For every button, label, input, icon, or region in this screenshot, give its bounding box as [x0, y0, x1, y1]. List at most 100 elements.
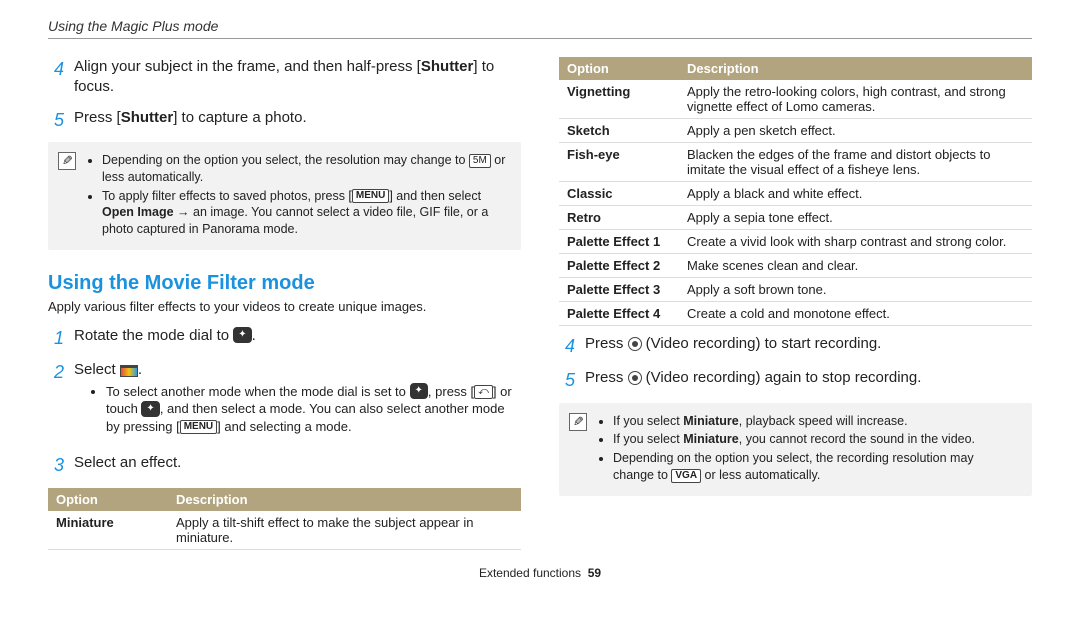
option-desc: Create a vivid look with sharp contrast …: [679, 230, 1032, 254]
table-row: SketchApply a pen sketch effect.: [559, 119, 1032, 143]
option-name: Vignetting: [559, 80, 679, 119]
option-name: Sketch: [559, 119, 679, 143]
page-number: 59: [588, 566, 601, 580]
step-body: Select . To select another mode when the…: [74, 360, 521, 443]
table-row: ClassicApply a black and white effect.: [559, 182, 1032, 206]
movie-step-2: 2 Select . To select another mode when t…: [48, 360, 521, 443]
text: If you select: [613, 414, 683, 428]
table-header-option: Option: [48, 488, 168, 511]
table-row: Palette Effect 4Create a cold and monoto…: [559, 302, 1032, 326]
text: Rotate the mode dial to: [74, 327, 233, 344]
note-list: Depending on the option you select, the …: [86, 152, 507, 240]
section-heading: Using the Movie Filter mode: [48, 272, 521, 295]
option-desc: Apply the retro-looking colors, high con…: [679, 80, 1032, 119]
step-5: 5 Press [Shutter] to capture a photo.: [48, 108, 521, 132]
table-row: Palette Effect 1Create a vivid look with…: [559, 230, 1032, 254]
note-box: If you select Miniature, playback speed …: [559, 403, 1032, 497]
substep-item: To select another mode when the mode dia…: [106, 383, 521, 436]
text: (Video recording) to start recording.: [642, 335, 882, 352]
mode-touch-icon: ✦: [141, 401, 159, 417]
note-item: If you select Miniature, playback speed …: [613, 413, 1018, 430]
movie-step-3: 3 Select an effect.: [48, 453, 521, 477]
options-table-left: Option Description Miniature Apply a til…: [48, 488, 521, 550]
step-body: Press (Video recording) to start recordi…: [585, 334, 1032, 358]
note-icon: [569, 413, 587, 431]
option-desc: Apply a pen sketch effect.: [679, 119, 1032, 143]
table-header-desc: Description: [168, 488, 521, 511]
shutter-label: Shutter: [421, 58, 474, 75]
table-header-row: Option Description: [48, 488, 521, 511]
text: Select: [74, 361, 120, 378]
option-name: Miniature: [48, 511, 168, 550]
mode-dial-magic-icon: ✦: [233, 327, 251, 343]
miniature-label: Miniature: [683, 432, 739, 446]
step-4: 4 Align your subject in the frame, and t…: [48, 57, 521, 98]
divider: [48, 38, 1032, 39]
options-table-right: Option Description VignettingApply the r…: [559, 57, 1032, 326]
option-desc: Create a cold and monotone effect.: [679, 302, 1032, 326]
option-name: Classic: [559, 182, 679, 206]
movie-step-1: 1 Rotate the mode dial to ✦.: [48, 326, 521, 350]
table-row: Palette Effect 2Make scenes clean and cl…: [559, 254, 1032, 278]
movie-filter-icon: [120, 365, 138, 377]
option-desc: Apply a sepia tone effect.: [679, 206, 1032, 230]
option-name: Palette Effect 4: [559, 302, 679, 326]
note-box: Depending on the option you select, the …: [48, 142, 521, 250]
left-column: 4 Align your subject in the frame, and t…: [48, 57, 521, 558]
miniature-label: Miniature: [683, 414, 739, 428]
text: Press: [585, 335, 628, 352]
table-header-desc: Description: [679, 57, 1032, 80]
step-body: Press [Shutter] to capture a photo.: [74, 108, 521, 132]
step-body: Press (Video recording) again to stop re…: [585, 368, 1032, 392]
note-item: To apply filter effects to saved photos,…: [102, 188, 507, 239]
step-number: 5: [559, 368, 575, 392]
note-item: Depending on the option you select, the …: [102, 152, 507, 186]
right-column: Option Description VignettingApply the r…: [559, 57, 1032, 558]
columns: 4 Align your subject in the frame, and t…: [48, 57, 1032, 558]
footer: Extended functions 59: [48, 566, 1032, 580]
resolution-vga-icon: VGA: [671, 469, 701, 483]
text: To apply filter effects to saved photos,…: [102, 189, 352, 203]
record-button-icon: [628, 337, 642, 351]
right-step-4: 4 Press (Video recording) to start recor…: [559, 334, 1032, 358]
step-number: 1: [48, 326, 64, 350]
text: Depending on the option you select, the …: [102, 153, 469, 167]
option-name: Fish-eye: [559, 143, 679, 182]
step-number: 4: [559, 334, 575, 358]
step-body: Rotate the mode dial to ✦.: [74, 326, 521, 350]
text: Press [: [74, 109, 121, 126]
step-body: Align your subject in the frame, and the…: [74, 57, 521, 98]
table-row: VignettingApply the retro-looking colors…: [559, 80, 1032, 119]
substep-list: To select another mode when the mode dia…: [74, 383, 521, 436]
text: To select another mode when the mode dia…: [106, 384, 410, 399]
shutter-label: Shutter: [121, 109, 174, 126]
text: , you cannot record the sound in the vid…: [739, 432, 975, 446]
text: .: [252, 327, 256, 344]
table-row: Miniature Apply a tilt-shift effect to m…: [48, 511, 521, 550]
text: ] and selecting a mode.: [217, 419, 351, 434]
step-number: 2: [48, 360, 64, 443]
menu-icon: MENU: [180, 420, 217, 434]
text: (Video recording) again to stop recordin…: [642, 369, 922, 386]
step-number: 4: [48, 57, 64, 98]
table-header-option: Option: [559, 57, 679, 80]
note-item: Depending on the option you select, the …: [613, 450, 1018, 484]
right-step-5: 5 Press (Video recording) again to stop …: [559, 368, 1032, 392]
menu-icon: MENU: [352, 189, 389, 203]
footer-section-label: Extended functions: [479, 566, 581, 580]
breadcrumb: Using the Magic Plus mode: [48, 18, 1032, 34]
section-desc: Apply various filter effects to your vid…: [48, 299, 521, 314]
step-number: 3: [48, 453, 64, 477]
text: Press: [585, 369, 628, 386]
option-name: Palette Effect 1: [559, 230, 679, 254]
option-desc: Apply a soft brown tone.: [679, 278, 1032, 302]
text: ] and then select: [389, 189, 481, 203]
page: Using the Magic Plus mode 4 Align your s…: [0, 0, 1080, 588]
option-name: Palette Effect 3: [559, 278, 679, 302]
note-list: If you select Miniature, playback speed …: [597, 413, 1018, 487]
step-number: 5: [48, 108, 64, 132]
text: Align your subject in the frame, and the…: [74, 58, 421, 75]
table-row: Fish-eyeBlacken the edges of the frame a…: [559, 143, 1032, 182]
option-name: Retro: [559, 206, 679, 230]
back-icon: ⤺: [474, 385, 493, 399]
